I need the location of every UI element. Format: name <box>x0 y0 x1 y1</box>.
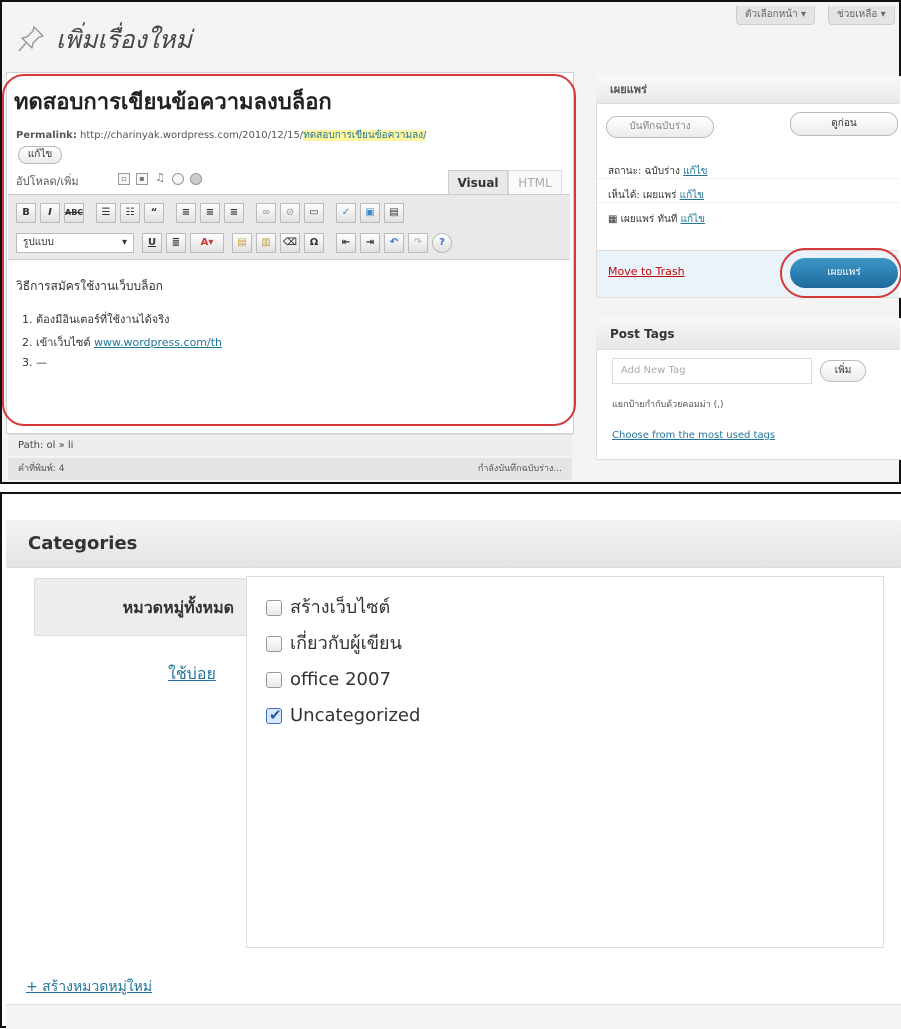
edit-status-link[interactable]: แก้ไข <box>683 166 707 177</box>
add-new-category-link[interactable]: + สร้างหมวดหมู่ใหม่ <box>26 976 152 998</box>
publish-highlight-circle <box>780 248 901 298</box>
visibility-line: เห็นได้: เผยแพร่ แก้ไข <box>608 188 704 203</box>
category-checkbox[interactable] <box>266 672 282 688</box>
editor-highlight-circle <box>2 74 576 426</box>
post-tags-title: Post Tags <box>596 318 900 350</box>
draft-status: กำลังบันทึกฉบับร่าง... <box>477 464 562 474</box>
schedule-text: เผยแพร่ ทันที <box>620 214 678 225</box>
screen-options-label: ตัวเลือกหน้า <box>745 9 798 20</box>
page-title: เพิ่มเรื่องใหม่ <box>56 25 192 54</box>
pushpin-icon <box>16 24 46 58</box>
add-tag-button[interactable]: เพิ่ม <box>820 360 866 382</box>
calendar-icon: ▦ <box>608 214 618 225</box>
category-checkbox[interactable] <box>266 636 282 652</box>
edit-visibility-link[interactable]: แก้ไข <box>680 190 704 201</box>
screen-options-tab[interactable]: ตัวเลือกหน้า ▾ <box>736 6 815 25</box>
category-checkbox-checked[interactable]: ✔ <box>266 706 282 724</box>
divider <box>597 202 899 203</box>
save-draft-button[interactable]: บันทึกฉบับร่าง <box>606 116 714 138</box>
edit-schedule-link[interactable]: แก้ไข <box>681 214 705 225</box>
publish-box-title: เผยแพร่ <box>596 76 900 104</box>
visibility-text: เห็นได้: เผยแพร่ <box>608 190 677 201</box>
post-status-text: สถานะ: ฉบับร่าง <box>608 166 680 177</box>
move-to-trash-link[interactable]: Move to Trash <box>608 265 685 278</box>
tab-all-categories[interactable]: หมวดหมู่ทั้งหมด <box>34 578 246 636</box>
footer-strip <box>6 1004 901 1029</box>
category-label: เกี่ยวกับผู้เขียน <box>290 633 402 654</box>
category-checkbox[interactable] <box>266 600 282 616</box>
status-bar: คำที่พิมพ์: 4 กำลังบันทึกฉบับร่าง... <box>8 458 572 480</box>
divider <box>597 178 899 179</box>
categories-title: Categories <box>6 520 901 568</box>
path-bar: Path: ol » li <box>8 434 572 456</box>
tab-most-used-categories[interactable]: ใช้บ่อย <box>168 662 216 687</box>
post-status-line: สถานะ: ฉบับร่าง แก้ไข <box>608 164 707 179</box>
most-used-tags-link[interactable]: Choose from the most used tags <box>612 430 775 441</box>
preview-button[interactable]: ดูก่อน <box>790 112 898 136</box>
word-count: คำที่พิมพ์: 4 <box>18 464 65 474</box>
add-tag-input[interactable]: Add New Tag <box>612 358 812 384</box>
help-label: ช่วยเหลือ <box>837 9 878 20</box>
schedule-line: ▦ เผยแพร่ ทันที แก้ไข <box>608 212 705 227</box>
help-tab[interactable]: ช่วยเหลือ ▾ <box>828 6 895 25</box>
category-label: office 2007 <box>290 669 391 690</box>
checkmark-icon: ✔ <box>269 706 282 724</box>
category-label: สร้างเว็บไซต์ <box>290 597 391 618</box>
category-label: Uncategorized <box>290 705 421 726</box>
tags-hint: แยกป้ายกำกับด้วยคอมม่า (,) <box>612 400 724 410</box>
